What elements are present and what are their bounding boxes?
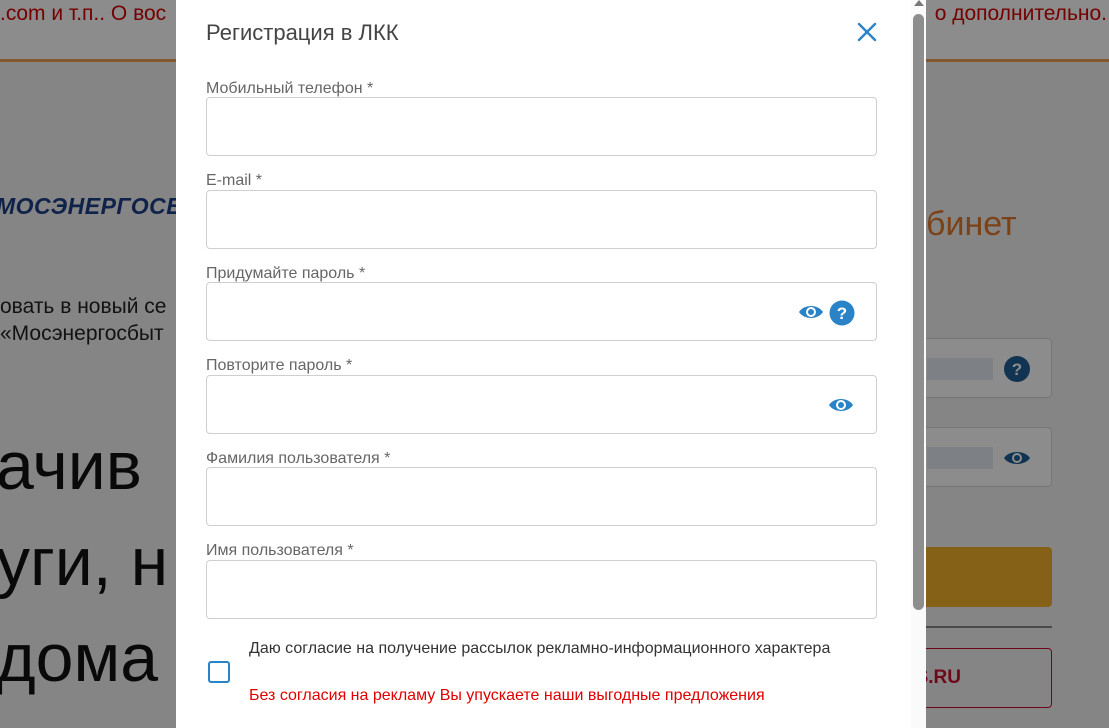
first-name-label: Имя пользователя * xyxy=(206,542,354,559)
modal-scrollbar[interactable] xyxy=(911,0,926,728)
consent-checkbox[interactable] xyxy=(208,661,230,683)
password-label: Придумайте пароль * xyxy=(206,265,366,282)
consent-warning: Без согласия на рекламу Вы упускаете наш… xyxy=(249,687,765,704)
svg-text:?: ? xyxy=(837,304,847,323)
close-icon[interactable] xyxy=(856,21,878,43)
email-label: E-mail * xyxy=(206,172,263,189)
phone-input[interactable] xyxy=(207,98,876,155)
scroll-up-arrow-icon[interactable] xyxy=(914,0,924,6)
password-field-box: ? xyxy=(206,282,877,341)
surname-label: Фамилия пользователя * xyxy=(206,450,391,467)
help-icon[interactable]: ? xyxy=(829,300,855,326)
email-field-box xyxy=(206,190,877,249)
surname-field-box xyxy=(206,467,877,526)
email-input[interactable] xyxy=(207,191,876,248)
repeat-password-input[interactable] xyxy=(207,376,876,433)
eye-icon[interactable] xyxy=(828,393,854,417)
scroll-thumb[interactable] xyxy=(913,14,924,610)
phone-label: Мобильный телефон * xyxy=(206,80,374,97)
modal-title: Регистрация в ЛКК xyxy=(206,20,399,45)
password-input[interactable] xyxy=(207,283,876,340)
registration-modal: Регистрация в ЛКК Мобильный телефон * E-… xyxy=(176,0,926,728)
first-name-input[interactable] xyxy=(207,561,876,618)
consent-label: Даю согласие на получение рассылок рекла… xyxy=(249,640,831,657)
first-name-field-box xyxy=(206,560,877,619)
repeat-password-label: Повторите пароль * xyxy=(206,357,353,374)
surname-input[interactable] xyxy=(207,468,876,525)
repeat-password-field-box xyxy=(206,375,877,434)
phone-field-box xyxy=(206,97,877,156)
eye-icon[interactable] xyxy=(798,300,824,324)
